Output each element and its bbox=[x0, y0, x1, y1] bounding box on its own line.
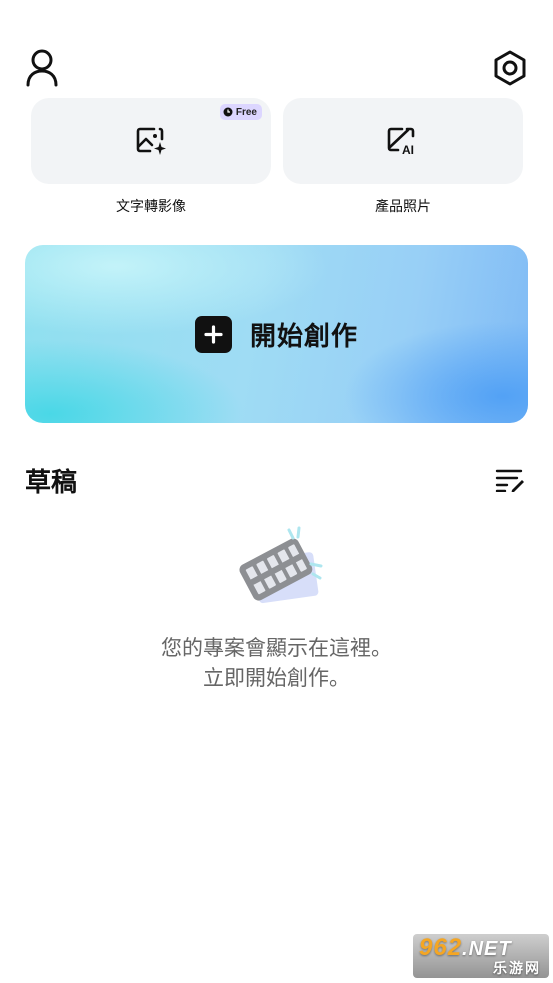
text-to-image-card[interactable]: Free bbox=[31, 98, 271, 184]
empty-drafts-message: 您的專案會顯示在這裡。 bbox=[161, 636, 392, 660]
free-badge-label: Free bbox=[235, 106, 257, 118]
film-strip-icon bbox=[239, 526, 323, 604]
list-edit-icon bbox=[495, 469, 524, 492]
drafts-heading: 草稿 bbox=[25, 468, 78, 498]
watermark-site-name: 乐游网 bbox=[493, 961, 541, 977]
start-creating-label: 開始創作 bbox=[249, 321, 358, 352]
ai-photo-edit-icon: AI bbox=[387, 127, 415, 156]
site-watermark: 962.NET 乐游网 bbox=[413, 934, 549, 978]
image-sparkle-icon bbox=[136, 127, 166, 155]
plus-square-icon bbox=[194, 315, 232, 353]
drafts-edit-button[interactable] bbox=[494, 466, 526, 494]
clock-icon bbox=[223, 107, 233, 117]
text-to-image-label: 文字轉影像 bbox=[116, 199, 186, 215]
settings-button[interactable] bbox=[490, 48, 530, 88]
empty-drafts-hint: 立即開始創作。 bbox=[203, 666, 350, 690]
person-outline-icon bbox=[26, 49, 58, 87]
product-photo-card[interactable]: AI bbox=[283, 98, 523, 184]
profile-button[interactable] bbox=[22, 46, 62, 90]
top-bar bbox=[0, 0, 553, 100]
product-photo-label: 產品照片 bbox=[375, 199, 431, 215]
free-badge: Free bbox=[219, 104, 262, 120]
svg-text:AI: AI bbox=[402, 143, 414, 156]
start-creating-button[interactable]: 開始創作 bbox=[25, 245, 528, 423]
hexagon-gear-icon bbox=[494, 50, 526, 86]
